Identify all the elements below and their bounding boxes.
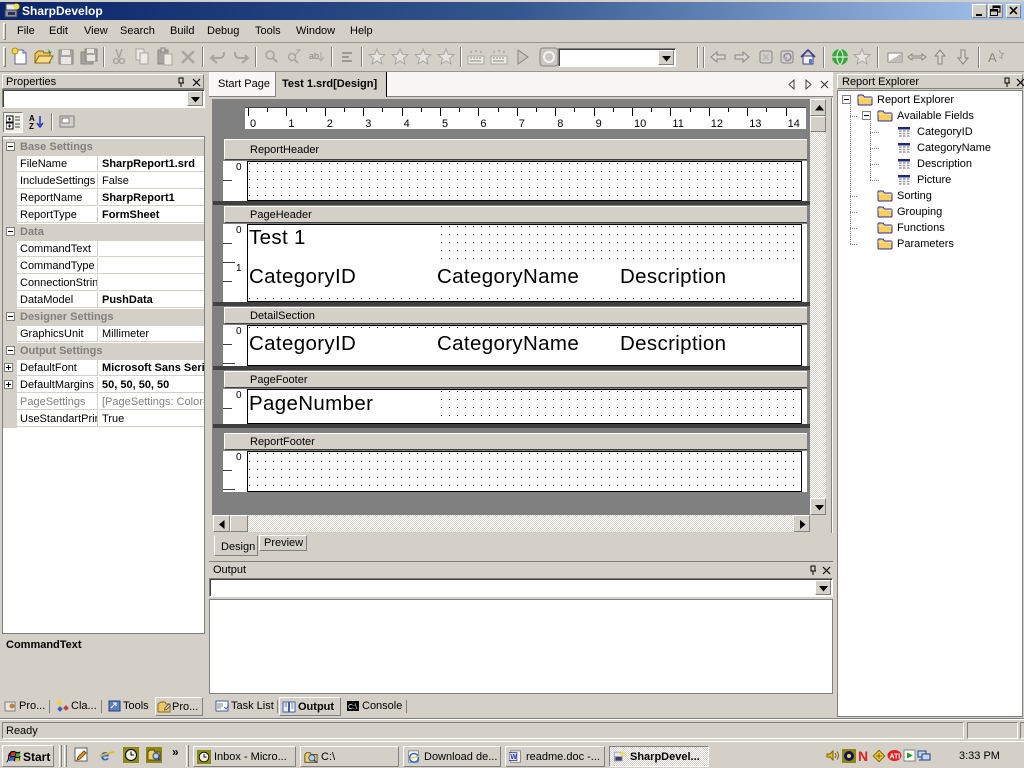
svg-text:N: N bbox=[858, 749, 868, 763]
svg-text:W: W bbox=[510, 754, 517, 761]
svg-text:Z: Z bbox=[29, 122, 34, 130]
svg-text:ATI: ATI bbox=[890, 754, 901, 761]
svg-text:C:\: C:\ bbox=[348, 704, 357, 711]
svg-text:A: A bbox=[988, 50, 997, 65]
svg-text:ab: ab bbox=[309, 51, 319, 61]
